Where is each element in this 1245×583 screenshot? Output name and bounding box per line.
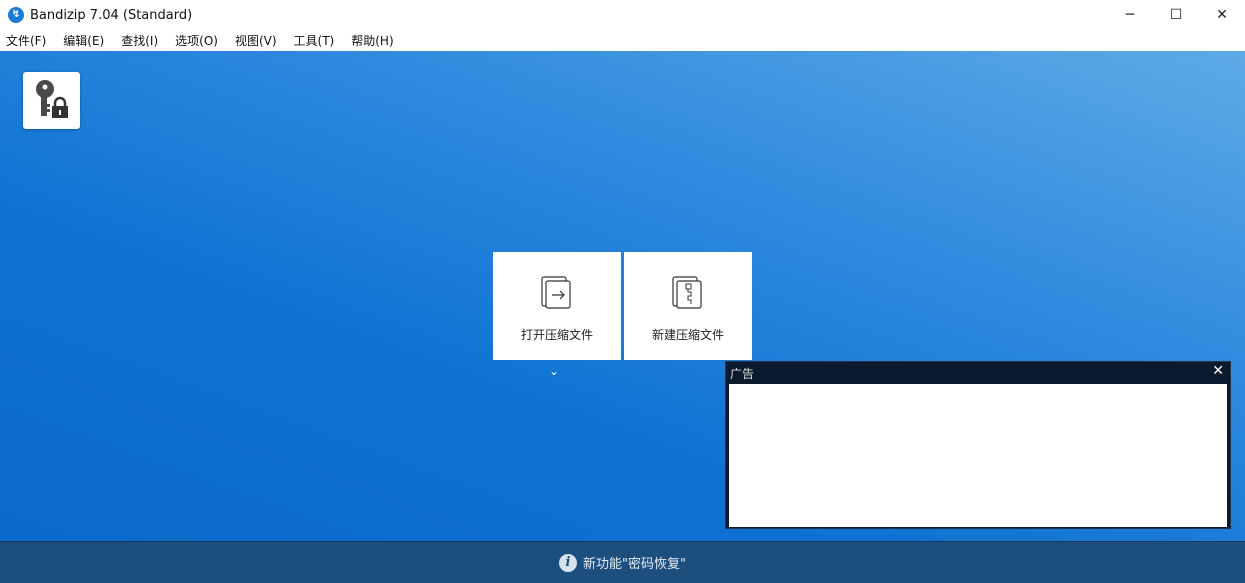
maximize-button[interactable]: ☐ [1153, 0, 1199, 30]
menu-view[interactable]: 视图(V) [233, 32, 279, 49]
ad-content[interactable] [729, 384, 1227, 527]
ad-panel: 广告 ✕ [725, 361, 1231, 529]
menu-file[interactable]: 文件(F) [4, 32, 48, 49]
menu-options[interactable]: 选项(O) [173, 32, 220, 49]
info-icon: i [559, 553, 578, 572]
menu-help[interactable]: 帮助(H) [349, 32, 395, 49]
menu-edit[interactable]: 编辑(E) [61, 32, 106, 49]
status-bar[interactable]: i 新功能"密码恢复" [0, 541, 1245, 583]
menu-tools[interactable]: 工具(T) [292, 32, 337, 49]
menu-find[interactable]: 查找(I) [119, 32, 160, 49]
open-archive-button[interactable]: 打开压缩文件 [493, 252, 621, 360]
open-archive-icon [541, 276, 571, 309]
main-area: 打开压缩文件 新建压缩文件 ⌄ 广告 ✕ [0, 51, 1245, 541]
open-archive-label: 打开压缩文件 [520, 328, 593, 342]
minimize-button[interactable]: ─ [1107, 0, 1153, 30]
window-title: Bandizip 7.04 (Standard) [30, 7, 193, 23]
ad-close-icon[interactable]: ✕ [1212, 363, 1224, 379]
close-button[interactable]: ✕ [1199, 0, 1245, 30]
new-archive-button[interactable]: 新建压缩文件 [624, 252, 752, 360]
title-bar: ↯ Bandizip 7.04 (Standard) ─ ☐ ✕ [0, 0, 1245, 30]
new-archive-label: 新建压缩文件 [651, 328, 724, 342]
bandizip-logo-icon: ↯ [8, 7, 24, 23]
new-archive-icon [672, 276, 702, 309]
key-lock-icon [36, 80, 68, 118]
chevron-down-icon[interactable]: ⌄ [549, 364, 559, 378]
ad-title: 广告 [730, 367, 755, 381]
new-feature-link[interactable]: 新功能"密码恢复" [583, 553, 686, 572]
password-recovery-button[interactable] [23, 72, 80, 129]
menu-bar: 文件(F) 编辑(E) 查找(I) 选项(O) 视图(V) 工具(T) 帮助(H… [0, 30, 1245, 51]
